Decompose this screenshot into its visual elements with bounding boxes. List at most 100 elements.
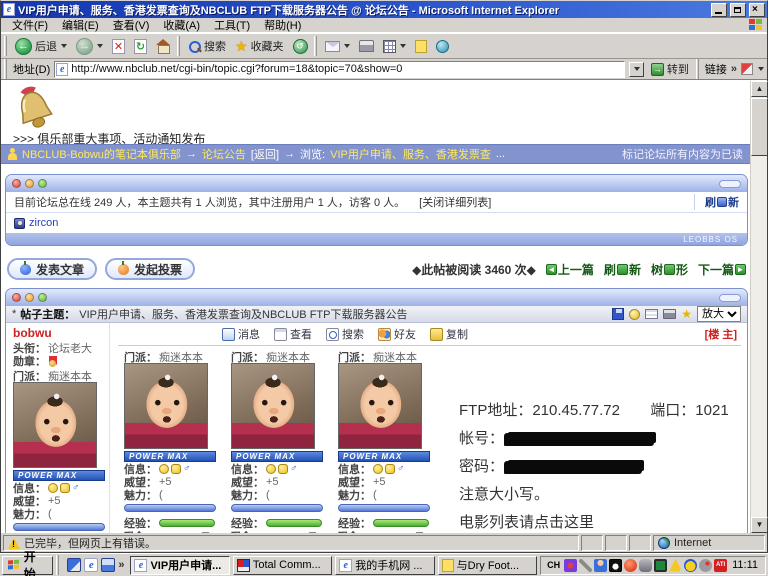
quicklaunch-chevron-icon[interactable]: » xyxy=(118,559,124,571)
font-size-select[interactable]: 放大 xyxy=(697,306,741,322)
tree-view-link[interactable]: 树 形 xyxy=(651,261,688,278)
addressbar-separator xyxy=(696,59,699,79)
monitor-icon[interactable] xyxy=(654,559,667,572)
outlook-express-icon[interactable] xyxy=(101,558,115,572)
new-vote-button[interactable]: 发起投票 xyxy=(105,258,195,280)
print-thread-icon[interactable] xyxy=(663,309,676,319)
ftp-address-line: FTP地址：210.45.77.72 端口：1021 xyxy=(459,399,729,414)
minimize-button[interactable] xyxy=(711,3,727,17)
links-dropdown-icon[interactable] xyxy=(758,67,764,71)
input-method-icon[interactable] xyxy=(564,559,577,572)
scroll-thumb[interactable] xyxy=(751,98,768,156)
browser-tray-icon[interactable] xyxy=(624,559,637,572)
menu-favorites[interactable]: 收藏(A) xyxy=(156,17,207,33)
menu-tools[interactable]: 工具(T) xyxy=(207,17,257,33)
search-posts-button[interactable]: 搜索 xyxy=(326,326,364,342)
next-thread-link[interactable]: 下一篇 ► xyxy=(698,261,746,278)
new-post-button[interactable]: 发表文章 xyxy=(7,258,97,280)
mail-button[interactable] xyxy=(322,40,353,53)
refresh-button[interactable]: ↻ xyxy=(131,38,150,55)
address-input[interactable] xyxy=(71,63,623,75)
title-bar[interactable]: e VIP用户申请、服务、香港发票查询及NBCLUB FTP下载服务器公告 @ … xyxy=(1,1,767,18)
message-face-icon[interactable] xyxy=(171,464,181,474)
message-face-icon[interactable] xyxy=(60,483,70,493)
forward-button[interactable]: → xyxy=(73,37,106,56)
smiley-icon[interactable] xyxy=(48,483,58,493)
alert-icon[interactable] xyxy=(629,309,640,320)
qq-icon[interactable] xyxy=(609,559,622,572)
refresh-thread-link[interactable]: 刷 新 xyxy=(604,261,641,278)
smiley-icon[interactable] xyxy=(373,464,383,474)
user-tray-icon[interactable] xyxy=(594,559,607,572)
task-button-dryfoot[interactable]: 与Dry Foot... xyxy=(438,556,537,575)
mail-dropdown-icon[interactable] xyxy=(344,44,350,48)
input-language-indicator[interactable]: CH xyxy=(545,558,562,573)
menu-file[interactable]: 文件(F) xyxy=(5,17,55,33)
breadcrumb-board[interactable]: 论坛公告 xyxy=(202,146,246,162)
author-name[interactable]: bobwu xyxy=(13,326,105,340)
cash-label: 现金： xyxy=(124,528,154,534)
history-button[interactable]: ↺ xyxy=(290,38,311,55)
toolbar-handle[interactable] xyxy=(4,36,7,56)
search-button[interactable]: 搜索 xyxy=(185,37,229,55)
view-profile-button[interactable]: 查看 xyxy=(274,326,312,342)
charm-label: 魅力： xyxy=(13,506,46,522)
print-button[interactable] xyxy=(356,39,377,53)
close-detail-list-link[interactable]: [关闭详细列表] xyxy=(419,194,491,210)
prev-thread-link[interactable]: ◄ 上一篇 xyxy=(546,261,594,278)
task-button-vip[interactable]: e VIP用户申请... xyxy=(130,556,229,575)
notes-button[interactable] xyxy=(412,39,430,54)
breadcrumb-club[interactable]: NBCLUB-Bobwu的笔记本俱乐部 xyxy=(22,146,181,162)
breadcrumb-back-link[interactable]: [返回] xyxy=(251,146,279,162)
add-friend-button[interactable]: 好友 xyxy=(378,326,416,342)
save-icon[interactable] xyxy=(612,308,624,320)
pen-icon[interactable] xyxy=(579,559,592,572)
start-button[interactable]: 开始 xyxy=(2,556,53,575)
forward-dropdown-icon[interactable] xyxy=(97,44,103,48)
vertical-scrollbar[interactable]: ▲ ▼ xyxy=(750,81,767,533)
home-button[interactable] xyxy=(153,38,174,55)
smiley-icon[interactable] xyxy=(266,464,276,474)
show-desktop-icon[interactable] xyxy=(67,558,81,572)
headset-icon[interactable] xyxy=(684,559,697,572)
message-face-icon[interactable] xyxy=(278,464,288,474)
read-mode-icon[interactable] xyxy=(645,309,658,319)
menu-help[interactable]: 帮助(H) xyxy=(257,17,308,33)
message-button[interactable]: 消息 xyxy=(222,326,260,342)
warning-tray-icon[interactable] xyxy=(669,559,682,572)
scroll-up-button[interactable]: ▲ xyxy=(751,81,768,97)
go-button[interactable]: → 转到 xyxy=(648,60,692,78)
menu-edit[interactable]: 编辑(E) xyxy=(55,17,106,33)
stop-button[interactable]: ✕ xyxy=(109,38,128,55)
ie-quicklaunch-icon[interactable]: e xyxy=(84,558,98,572)
task-button-total-commander[interactable]: Total Comm... xyxy=(233,556,332,575)
edit-button[interactable] xyxy=(380,39,409,54)
messenger-button[interactable] xyxy=(433,39,452,54)
message-face-icon[interactable] xyxy=(385,464,395,474)
scroll-down-button[interactable]: ▼ xyxy=(751,517,768,533)
copy-button[interactable]: 复制 xyxy=(430,326,468,342)
restore-button[interactable] xyxy=(730,3,746,17)
smiley-icon[interactable] xyxy=(159,464,169,474)
edit-dropdown-icon[interactable] xyxy=(400,44,406,48)
gamepad-icon[interactable] xyxy=(639,559,652,572)
online-user-link[interactable]: zircon xyxy=(29,217,58,229)
address-dropdown-button[interactable] xyxy=(629,62,644,77)
refresh-link[interactable]: 刷 新 xyxy=(694,194,739,210)
menu-view[interactable]: 查看(V) xyxy=(106,17,157,33)
back-dropdown-icon[interactable] xyxy=(61,44,67,48)
close-button[interactable]: × xyxy=(749,3,765,17)
movie-list-link[interactable]: 电影列表请点击这里 xyxy=(459,511,729,526)
links-label[interactable]: 链接 xyxy=(705,61,727,77)
links-badge-icon[interactable] xyxy=(741,63,753,75)
taskbar-handle[interactable] xyxy=(56,555,59,575)
links-chevron-icon[interactable]: » xyxy=(731,63,737,75)
favorite-thread-icon[interactable]: ★ xyxy=(681,308,692,320)
back-button[interactable]: ← 后退 xyxy=(12,37,70,56)
task-button-phone-site[interactable]: e 我的手机网 ... xyxy=(335,556,434,575)
favorites-button[interactable]: ★ 收藏夹 xyxy=(232,37,287,55)
ati-icon[interactable]: ATI xyxy=(714,559,727,572)
mark-all-read-link[interactable]: 标记论坛所有内容为已读 xyxy=(622,146,743,162)
volume-icon[interactable] xyxy=(699,559,712,572)
addressbar-handle[interactable] xyxy=(4,59,7,79)
